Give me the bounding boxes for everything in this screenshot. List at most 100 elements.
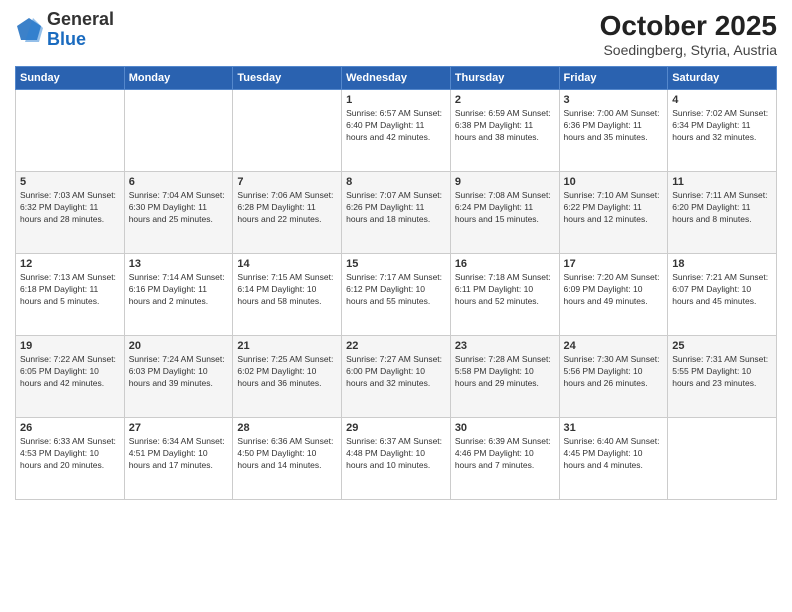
- day-number: 24: [564, 340, 664, 352]
- day-number: 18: [672, 258, 772, 270]
- calendar-cell: [124, 90, 233, 172]
- calendar-cell: 23Sunrise: 7:28 AM Sunset: 5:58 PM Dayli…: [450, 336, 559, 418]
- day-info: Sunrise: 6:57 AM Sunset: 6:40 PM Dayligh…: [346, 108, 446, 144]
- calendar-cell: [668, 418, 777, 500]
- calendar-cell: 2 Sunrise: 6:59 AM Sunset: 6:38 PM Daylig…: [450, 90, 559, 172]
- calendar-cell: 19 Sunrise: 7:22 AM Sunset: 6:05 PM Dayli…: [16, 336, 125, 418]
- day-info: Sunrise: 7:28 AM Sunset: 5:58 PM Dayligh…: [455, 354, 555, 390]
- calendar-cell: 10 Sunrise: 7:10 AM Sunset: 6:22 PM Dayli…: [559, 172, 668, 254]
- calendar-week-4: 19 Sunrise: 7:22 AM Sunset: 6:05 PM Dayli…: [16, 336, 777, 418]
- calendar-cell: 6Sunrise: 7:04 AM Sunset: 6:30 PM Daylig…: [124, 172, 233, 254]
- day-number: 3: [564, 94, 664, 106]
- day-number: 5: [20, 176, 120, 188]
- calendar-cell: 14 Sunrise: 7:15 AM Sunset: 6:14 PM Dayli…: [233, 254, 342, 336]
- calendar-cell: 27Sunrise: 6:34 AM Sunset: 4:51 PM Dayli…: [124, 418, 233, 500]
- day-number: 20: [129, 340, 229, 352]
- day-number: 14: [237, 258, 337, 270]
- title-block: October 2025 Soedingberg, Styria, Austri…: [600, 10, 777, 58]
- month-title: October 2025: [600, 10, 777, 42]
- day-info: Sunrise: 7:27 AM Sunset: 6:00 PM Dayligh…: [346, 354, 446, 390]
- calendar-cell: 26 Sunrise: 6:33 AM Sunset: 4:53 PM Dayli…: [16, 418, 125, 500]
- day-info: Sunrise: 7:25 AM Sunset: 6:02 PM Dayligh…: [237, 354, 337, 390]
- day-info: Sunrise: 7:15 AM Sunset: 6:14 PM Dayligh…: [237, 272, 337, 308]
- weekday-row: SundayMondayTuesdayWednesdayThursdayFrid…: [16, 67, 777, 90]
- calendar-cell: 25 Sunrise: 7:31 AM Sunset: 5:55 PM Dayli…: [668, 336, 777, 418]
- day-info: Sunrise: 7:06 AM Sunset: 6:28 PM Dayligh…: [237, 190, 337, 226]
- day-number: 15: [346, 258, 446, 270]
- day-number: 6: [129, 176, 229, 188]
- calendar-cell: 16 Sunrise: 7:18 AM Sunset: 6:11 PM Dayli…: [450, 254, 559, 336]
- day-number: 13: [129, 258, 229, 270]
- day-info: Sunrise: 7:14 AM Sunset: 6:16 PM Dayligh…: [129, 272, 229, 308]
- calendar-cell: 1 Sunrise: 6:57 AM Sunset: 6:40 PM Daylig…: [342, 90, 451, 172]
- day-number: 17: [564, 258, 664, 270]
- day-number: 9: [455, 176, 555, 188]
- day-info: Sunrise: 7:30 AM Sunset: 5:56 PM Dayligh…: [564, 354, 664, 390]
- calendar-cell: 28Sunrise: 6:36 AM Sunset: 4:50 PM Dayli…: [233, 418, 342, 500]
- day-number: 26: [20, 422, 120, 434]
- calendar-cell: 24 Sunrise: 7:30 AM Sunset: 5:56 PM Dayli…: [559, 336, 668, 418]
- day-info: Sunrise: 7:20 AM Sunset: 6:09 PM Dayligh…: [564, 272, 664, 308]
- calendar-cell: 21 Sunrise: 7:25 AM Sunset: 6:02 PM Dayli…: [233, 336, 342, 418]
- day-number: 16: [455, 258, 555, 270]
- calendar-cell: 30Sunrise: 6:39 AM Sunset: 4:46 PM Dayli…: [450, 418, 559, 500]
- calendar-cell: 5 Sunrise: 7:03 AM Sunset: 6:32 PM Daylig…: [16, 172, 125, 254]
- calendar-cell: 8 Sunrise: 7:07 AM Sunset: 6:26 PM Daylig…: [342, 172, 451, 254]
- calendar-cell: 4 Sunrise: 7:02 AM Sunset: 6:34 PM Daylig…: [668, 90, 777, 172]
- day-number: 4: [672, 94, 772, 106]
- calendar-cell: 29Sunrise: 6:37 AM Sunset: 4:48 PM Dayli…: [342, 418, 451, 500]
- day-number: 1: [346, 94, 446, 106]
- calendar-cell: 20 Sunrise: 7:24 AM Sunset: 6:03 PM Dayli…: [124, 336, 233, 418]
- day-info: Sunrise: 7:10 AM Sunset: 6:22 PM Dayligh…: [564, 190, 664, 226]
- calendar-cell: 31Sunrise: 6:40 AM Sunset: 4:45 PM Dayli…: [559, 418, 668, 500]
- location-subtitle: Soedingberg, Styria, Austria: [600, 42, 777, 58]
- day-info: Sunrise: 7:03 AM Sunset: 6:32 PM Dayligh…: [20, 190, 120, 226]
- day-info: Sunrise: 7:13 AM Sunset: 6:18 PM Dayligh…: [20, 272, 120, 308]
- logo-general-text: General: [47, 9, 114, 29]
- day-info: Sunrise: 7:02 AM Sunset: 6:34 PM Dayligh…: [672, 108, 772, 144]
- calendar-cell: [233, 90, 342, 172]
- day-number: 29: [346, 422, 446, 434]
- calendar-cell: 12 Sunrise: 7:13 AM Sunset: 6:18 PM Dayli…: [16, 254, 125, 336]
- day-info: Sunrise: 7:24 AM Sunset: 6:03 PM Dayligh…: [129, 354, 229, 390]
- logo-blue-text: Blue: [47, 29, 86, 49]
- calendar-week-2: 5 Sunrise: 7:03 AM Sunset: 6:32 PM Daylig…: [16, 172, 777, 254]
- day-number: 19: [20, 340, 120, 352]
- day-info: Sunrise: 6:36 AM Sunset: 4:50 PM Dayligh…: [237, 436, 337, 472]
- day-info: Sunrise: 6:40 AM Sunset: 4:45 PM Dayligh…: [564, 436, 664, 472]
- page-header: General Blue October 2025 Soedingberg, S…: [15, 10, 777, 58]
- day-info: Sunrise: 6:59 AM Sunset: 6:38 PM Dayligh…: [455, 108, 555, 144]
- day-number: 2: [455, 94, 555, 106]
- day-info: Sunrise: 7:08 AM Sunset: 6:24 PM Dayligh…: [455, 190, 555, 226]
- day-number: 7: [237, 176, 337, 188]
- day-number: 10: [564, 176, 664, 188]
- day-info: Sunrise: 7:00 AM Sunset: 6:36 PM Dayligh…: [564, 108, 664, 144]
- day-number: 21: [237, 340, 337, 352]
- day-number: 25: [672, 340, 772, 352]
- weekday-header-sunday: Sunday: [16, 67, 125, 90]
- day-info: Sunrise: 7:07 AM Sunset: 6:26 PM Dayligh…: [346, 190, 446, 226]
- calendar-cell: 9 Sunrise: 7:08 AM Sunset: 6:24 PM Daylig…: [450, 172, 559, 254]
- logo: General Blue: [15, 10, 114, 50]
- weekday-header-monday: Monday: [124, 67, 233, 90]
- calendar-week-5: 26 Sunrise: 6:33 AM Sunset: 4:53 PM Dayli…: [16, 418, 777, 500]
- calendar-header: SundayMondayTuesdayWednesdayThursdayFrid…: [16, 67, 777, 90]
- weekday-header-thursday: Thursday: [450, 67, 559, 90]
- calendar-cell: 22Sunrise: 7:27 AM Sunset: 6:00 PM Dayli…: [342, 336, 451, 418]
- day-info: Sunrise: 7:22 AM Sunset: 6:05 PM Dayligh…: [20, 354, 120, 390]
- calendar-body: 1 Sunrise: 6:57 AM Sunset: 6:40 PM Daylig…: [16, 90, 777, 500]
- day-info: Sunrise: 7:31 AM Sunset: 5:55 PM Dayligh…: [672, 354, 772, 390]
- day-number: 8: [346, 176, 446, 188]
- day-info: Sunrise: 7:11 AM Sunset: 6:20 PM Dayligh…: [672, 190, 772, 226]
- day-number: 27: [129, 422, 229, 434]
- day-number: 30: [455, 422, 555, 434]
- weekday-header-saturday: Saturday: [668, 67, 777, 90]
- day-info: Sunrise: 6:33 AM Sunset: 4:53 PM Dayligh…: [20, 436, 120, 472]
- logo-icon: [15, 16, 43, 44]
- day-info: Sunrise: 7:18 AM Sunset: 6:11 PM Dayligh…: [455, 272, 555, 308]
- day-number: 12: [20, 258, 120, 270]
- calendar-cell: 3 Sunrise: 7:00 AM Sunset: 6:36 PM Daylig…: [559, 90, 668, 172]
- calendar-cell: 17 Sunrise: 7:20 AM Sunset: 6:09 PM Dayli…: [559, 254, 668, 336]
- calendar-cell: [16, 90, 125, 172]
- calendar-week-1: 1 Sunrise: 6:57 AM Sunset: 6:40 PM Daylig…: [16, 90, 777, 172]
